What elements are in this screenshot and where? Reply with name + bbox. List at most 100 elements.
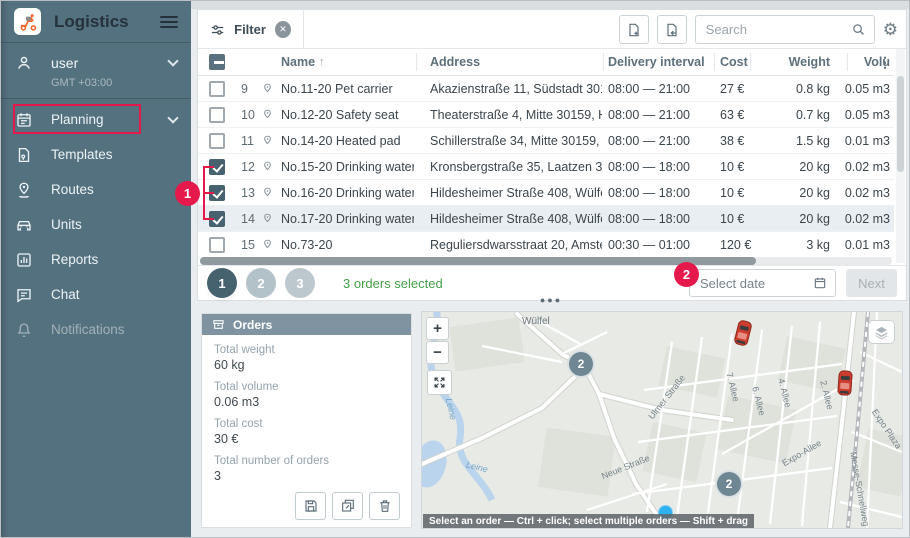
row-checkbox[interactable] <box>209 107 225 123</box>
calendar-icon[interactable] <box>813 276 827 290</box>
location-pin-icon[interactable] <box>261 102 279 127</box>
menu-toggle-icon[interactable] <box>160 13 178 31</box>
order-name: No.11-20 Pet carrier <box>281 76 414 101</box>
row-checkbox[interactable] <box>209 237 225 253</box>
order-interval: 00:30 — 01:00 <box>608 232 712 257</box>
horizontal-scrollbar[interactable] <box>200 257 892 265</box>
column-header-weight[interactable]: Weight <box>758 49 830 75</box>
order-address: Reguliersdwarsstraat 20, Amsterda… <box>430 232 602 257</box>
table-toolbar: Filter ✕ <box>198 10 906 49</box>
search-input[interactable] <box>704 21 851 38</box>
filter-button[interactable]: Filter ✕ <box>198 10 304 49</box>
sidebar-item-templates[interactable]: Templates <box>1 137 191 172</box>
order-address: Akazienstraße 11, Südstadt 30169, … <box>430 76 602 101</box>
sidebar-item-notifications[interactable]: Notifications <box>1 312 191 347</box>
table-row[interactable]: 15No.73-20Reguliersdwarsstraat 20, Amste… <box>198 232 894 258</box>
select-date-input[interactable] <box>698 275 813 292</box>
horizontal-scrollbar-thumb[interactable] <box>200 257 756 265</box>
page-button-3[interactable]: 3 <box>285 268 315 298</box>
gear-icon[interactable]: ⚙ <box>883 21 898 38</box>
order-interval: 08:00 — 21:00 <box>608 128 712 153</box>
save-orders-button[interactable] <box>295 492 326 520</box>
annotation-bracket <box>203 192 214 194</box>
table-row[interactable]: 14No.17-20 Drinking water co…Hildesheime… <box>198 206 894 232</box>
next-button[interactable]: Next <box>846 269 897 297</box>
zoom-out-button[interactable]: − <box>426 341 449 364</box>
duplicate-orders-button[interactable] <box>332 492 363 520</box>
user-icon <box>15 54 33 72</box>
scooter-icon <box>18 12 38 32</box>
sidebar-item-planning[interactable]: Planning <box>1 102 191 137</box>
table-row[interactable]: 10No.12-20 Safety seatTheaterstraße 4, M… <box>198 102 894 128</box>
orders-panel-body: Total weight60 kgTotal volume0.06 m3Tota… <box>202 335 411 501</box>
location-pin-icon[interactable] <box>261 76 279 101</box>
row-checkbox[interactable] <box>209 81 225 97</box>
order-volume: 0.01 m3 <box>822 128 890 153</box>
vertical-scrollbar[interactable] <box>896 49 905 263</box>
orders-box-icon <box>212 318 225 331</box>
row-number: 12 <box>241 154 261 179</box>
order-cluster-marker[interactable]: 2 <box>567 350 595 378</box>
orders-panel-actions <box>295 492 400 520</box>
order-name: No.73-20 <box>281 232 414 257</box>
summary-field-label: Total cost <box>214 418 399 430</box>
order-name: No.14-20 Heated pad <box>281 128 414 153</box>
sidebar-item-units[interactable]: Units <box>1 207 191 242</box>
page-button-2[interactable]: 2 <box>246 268 276 298</box>
annotation-bracket <box>203 166 214 168</box>
order-interval: 08:00 — 18:00 <box>608 180 712 205</box>
table-row[interactable]: 13No.16-20 Drinking waterHildesheimer St… <box>198 180 894 206</box>
select-all-checkbox[interactable] <box>209 54 225 70</box>
row-checkbox[interactable] <box>209 133 225 149</box>
summary-field-label: Total weight <box>214 344 399 356</box>
order-address: Hildesheimer Straße 408, Wülfel 30… <box>430 180 602 205</box>
sidebar-item-reports[interactable]: Reports <box>1 242 191 277</box>
sidebar-item-routes[interactable]: Routes <box>1 172 191 207</box>
import-orders-button[interactable] <box>657 15 687 44</box>
delete-orders-button[interactable] <box>369 492 400 520</box>
row-number: 13 <box>241 180 261 205</box>
vehicle-marker[interactable] <box>838 371 853 396</box>
row-number: 10 <box>241 102 261 127</box>
splitter-handle[interactable]: ●●● <box>529 295 573 305</box>
location-pin-icon[interactable] <box>261 154 279 179</box>
fullscreen-button[interactable] <box>427 370 452 395</box>
column-menu-icon[interactable]: ⋮ <box>878 54 892 71</box>
location-pin-icon[interactable] <box>261 180 279 205</box>
column-header-name[interactable]: Name ↑ <box>281 49 414 75</box>
search-icon[interactable] <box>851 22 866 37</box>
page-button-1[interactable]: 1 <box>207 268 237 298</box>
save-icon <box>303 498 319 514</box>
summary-field-value: 3 <box>214 469 399 483</box>
location-pin-icon[interactable] <box>261 128 279 153</box>
map[interactable]: Wülfel Leine Leine Ulmer Straße 7. Allee… <box>421 311 903 529</box>
map-hint-bar: Select an order — Ctrl + click; select m… <box>423 514 754 529</box>
user-name: user <box>51 55 78 71</box>
sidebar-item-label: Chat <box>51 287 80 302</box>
user-section[interactable]: user GMT +03:00 <box>1 43 191 99</box>
order-name: No.17-20 Drinking water co… <box>281 206 414 231</box>
map-canvas <box>422 312 902 528</box>
sidebar-item-chat[interactable]: Chat <box>1 277 191 312</box>
route-pin-icon <box>15 181 33 199</box>
vehicle-icon <box>15 216 33 234</box>
order-interval: 08:00 — 21:00 <box>608 76 712 101</box>
vertical-scrollbar-thumb[interactable] <box>897 76 904 172</box>
order-cluster-marker[interactable]: 2 <box>715 470 743 498</box>
table-row[interactable]: 11No.14-20 Heated padSchillerstraße 34, … <box>198 128 894 154</box>
table-header: Name ↑ Address Delivery interval Cost We… <box>198 49 894 76</box>
zoom-in-button[interactable]: + <box>426 317 449 340</box>
order-address: Theaterstraße 4, Mitte 30159, Hann… <box>430 102 602 127</box>
annotation-bracket <box>203 218 214 220</box>
search-box <box>695 15 875 44</box>
column-header-address[interactable]: Address <box>430 49 602 75</box>
map-layers-button[interactable] <box>868 320 895 344</box>
add-order-button[interactable] <box>619 15 649 44</box>
table-row[interactable]: 12No.15-20 Drinking waterKronsbergstraße… <box>198 154 894 180</box>
table-row[interactable]: 9No.11-20 Pet carrierAkazienstraße 11, S… <box>198 76 894 102</box>
main-area: Filter ✕ <box>191 1 910 538</box>
column-header-interval[interactable]: Delivery interval <box>608 49 712 75</box>
location-pin-icon[interactable] <box>261 206 279 231</box>
clear-filter-icon[interactable]: ✕ <box>275 21 291 38</box>
location-pin-icon[interactable] <box>261 232 279 257</box>
